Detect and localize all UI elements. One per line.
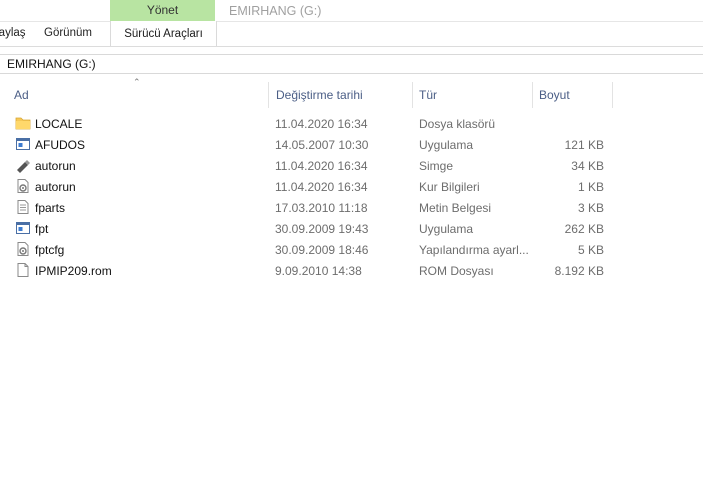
file-type: Kur Bilgileri [419, 180, 480, 194]
tab-share[interactable]: Paylaş [0, 27, 26, 39]
file-size: 8.192 KB [554, 264, 604, 278]
file-type: Uygulama [419, 222, 474, 236]
file-name: fpt [35, 222, 49, 236]
file-date: 30.09.2009 19:43 [275, 222, 369, 236]
file-name: fparts [35, 201, 66, 215]
folder-icon [15, 117, 31, 130]
list-item[interactable]: fptcfg 30.09.2009 18:46 Yapılandırma aya… [0, 239, 620, 260]
ribbon-bottom-border [0, 46, 703, 47]
file-size: 262 KB [564, 222, 604, 236]
file-date: 14.05.2007 10:30 [275, 138, 369, 152]
file-name: LOCALE [35, 117, 83, 131]
file-size: 121 KB [564, 138, 604, 152]
file-size: 3 KB [577, 201, 604, 215]
file-date: 17.03.2010 11:18 [275, 201, 368, 215]
column-divider[interactable] [412, 82, 413, 108]
file-type: Metin Belgesi [419, 201, 492, 215]
list-item[interactable]: autorun 11.04.2020 16:34 Simge 34 KB [0, 155, 620, 176]
address-bar[interactable]: EMIRHANG (G:) [0, 54, 703, 74]
usb-drive-icon [17, 160, 30, 173]
column-divider[interactable] [532, 82, 533, 108]
tab-manage[interactable]: Yönet [110, 0, 215, 21]
setup-info-icon [17, 179, 29, 193]
column-header-date[interactable]: Değiştirme tarihi [276, 88, 363, 102]
file-name: AFUDOS [35, 138, 86, 152]
file-list: LOCALE 11.04.2020 16:34 Dosya klasörü AF… [0, 113, 703, 281]
column-header-name[interactable]: Ad [14, 88, 29, 102]
column-divider[interactable] [612, 82, 613, 108]
file-name: autorun [35, 180, 76, 194]
application-icon [16, 222, 30, 234]
ribbon: Yönet EMIRHANG (G:) Paylaş Görünüm Sürüc… [0, 0, 703, 46]
column-header-type[interactable]: Tür [419, 88, 437, 102]
list-item[interactable]: fparts 17.03.2010 11:18 Metin Belgesi 3 … [0, 197, 620, 218]
file-type: Yapılandırma ayarl... [419, 243, 529, 257]
config-file-icon [17, 242, 29, 256]
file-type: Dosya klasörü [419, 117, 496, 131]
application-icon [16, 138, 30, 150]
file-size: 34 KB [571, 159, 604, 173]
list-item[interactable]: autorun 11.04.2020 16:34 Kur Bilgileri 1… [0, 176, 620, 197]
file-name: IPMIP209.rom [35, 264, 112, 278]
file-size: 5 KB [577, 243, 604, 257]
file-size: 1 KB [577, 180, 604, 194]
column-divider[interactable] [268, 82, 269, 108]
window-title: EMIRHANG (G:) [229, 4, 322, 18]
file-type: Simge [419, 159, 454, 173]
file-type: Uygulama [419, 138, 474, 152]
column-header-row: Ad Değiştirme tarihi Tür Boyut [0, 82, 703, 108]
ribbon-divider [0, 21, 703, 22]
file-date: 9.09.2010 14:38 [275, 264, 362, 278]
file-type: ROM Dosyası [419, 264, 494, 278]
file-date: 11.04.2020 16:34 [275, 180, 368, 194]
column-header-size[interactable]: Boyut [539, 88, 570, 102]
file-icon [17, 263, 29, 277]
tab-share-label: Paylaş [0, 27, 26, 39]
list-item[interactable]: IPMIP209.rom 9.09.2010 14:38 ROM Dosyası… [0, 260, 620, 281]
file-date: 11.04.2020 16:34 [275, 159, 368, 173]
file-name: fptcfg [35, 243, 65, 257]
list-item[interactable]: LOCALE 11.04.2020 16:34 Dosya klasörü [0, 113, 620, 134]
file-date: 11.04.2020 16:34 [275, 117, 368, 131]
text-document-icon [17, 200, 29, 214]
tab-view[interactable]: Görünüm [44, 27, 92, 39]
list-item[interactable]: AFUDOS 14.05.2007 10:30 Uygulama 121 KB [0, 134, 620, 155]
file-date: 30.09.2009 18:46 [275, 243, 369, 257]
tab-drive-tools[interactable]: Sürücü Araçları [110, 21, 217, 46]
file-name: autorun [35, 159, 76, 173]
list-item[interactable]: fpt 30.09.2009 19:43 Uygulama 262 KB [0, 218, 620, 239]
address-path: EMIRHANG (G:) [7, 57, 96, 71]
